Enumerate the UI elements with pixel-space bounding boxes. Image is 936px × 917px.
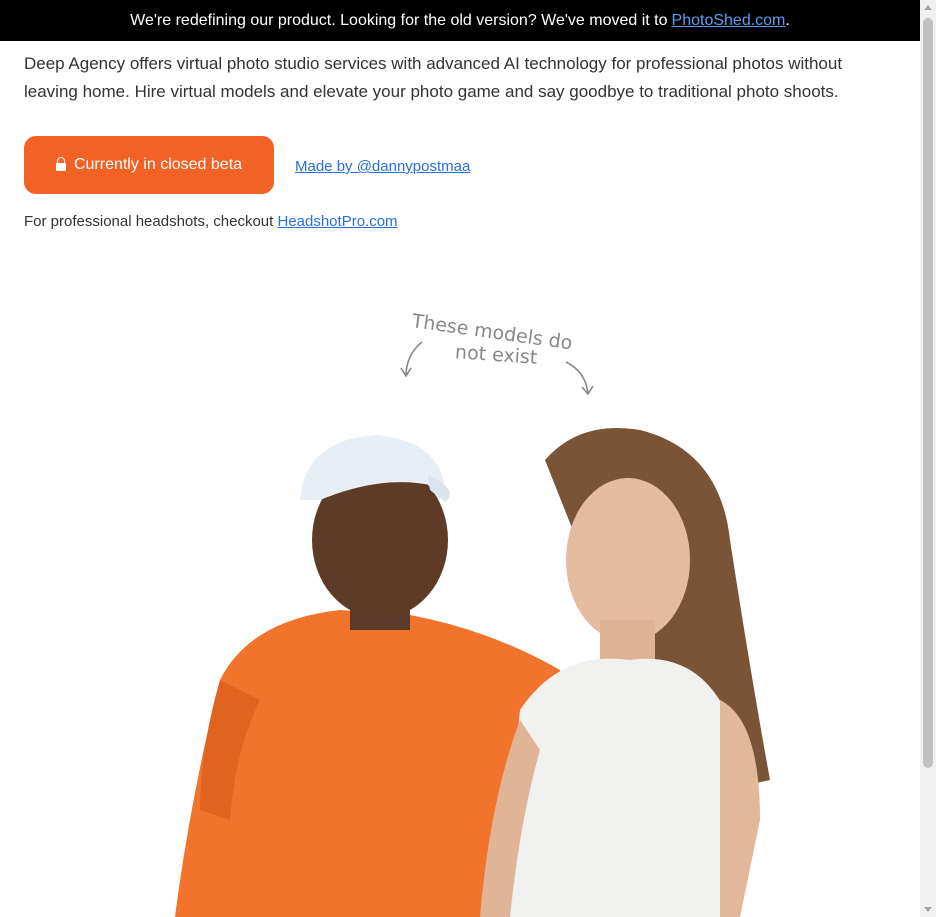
scroll-up-icon[interactable] xyxy=(924,5,932,10)
scrollbar-thumb[interactable] xyxy=(923,18,933,768)
models-photo xyxy=(175,428,770,917)
arrow-icons xyxy=(400,341,594,396)
banner-suffix: . xyxy=(785,11,790,29)
made-by-link[interactable]: Made by @dannypostmaa xyxy=(295,158,470,175)
scroll-down-icon[interactable] xyxy=(924,907,932,912)
headshotpro-link[interactable]: HeadshotPro.com xyxy=(277,213,397,230)
scrollbar[interactable] xyxy=(920,0,936,917)
announcement-banner: We're redefining our product. Looking fo… xyxy=(0,0,920,41)
intro-text: Deep Agency offers virtual photo studio … xyxy=(24,54,843,101)
handwritten-note: These models do not exist xyxy=(400,300,620,410)
beta-label: Currently in closed beta xyxy=(73,156,243,173)
closed-beta-button[interactable]: Currently in closed beta xyxy=(24,136,274,194)
photoshed-link[interactable]: PhotoShed.com xyxy=(672,12,786,30)
headshots-label: For professional headshots, checkout xyxy=(24,213,274,230)
lock-icon xyxy=(55,157,66,171)
banner-text: We're redefining our product. Looking fo… xyxy=(130,11,668,29)
headshots-text: For professional headshots, checkout Hea… xyxy=(24,213,398,230)
